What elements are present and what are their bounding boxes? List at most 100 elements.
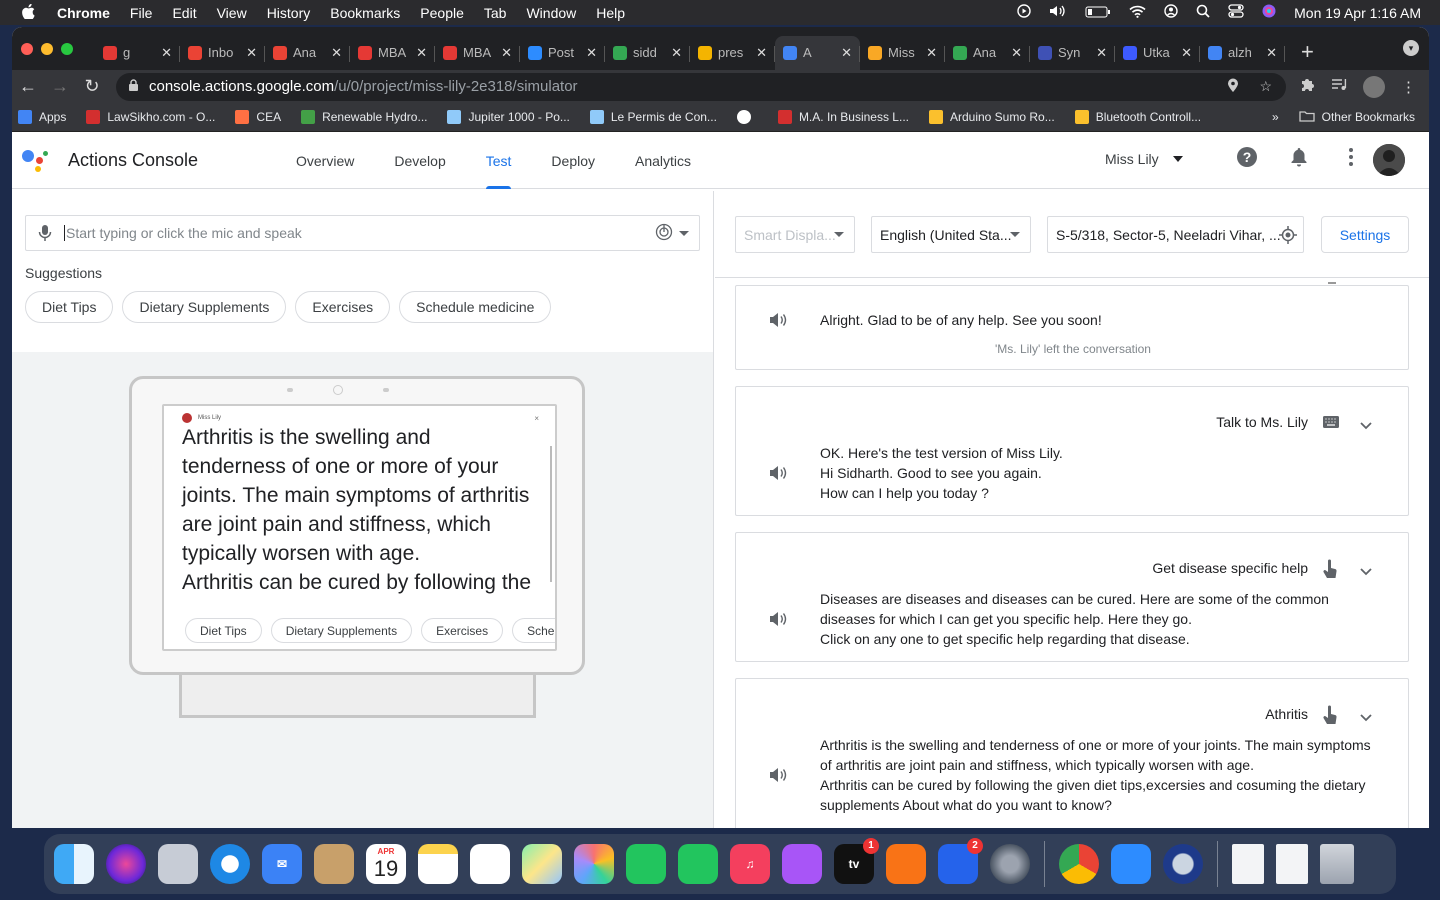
menu-bookmarks[interactable]: Bookmarks bbox=[330, 5, 400, 21]
address-bar[interactable]: console.actions.google.com/u/0/project/m… bbox=[116, 72, 1286, 101]
extensions-puzzle-icon[interactable] bbox=[1300, 77, 1315, 96]
project-selector[interactable]: Miss Lily bbox=[1105, 151, 1183, 167]
tab-close-icon[interactable]: ✕ bbox=[671, 45, 682, 61]
bookmark-item[interactable]: M.A. In Business L... bbox=[777, 110, 909, 124]
tab-search-icon[interactable]: ▾ bbox=[1403, 40, 1419, 56]
lock-icon[interactable] bbox=[128, 78, 139, 95]
google-assistant-logo-icon[interactable] bbox=[22, 148, 50, 172]
calendar-icon[interactable]: APR 19 bbox=[366, 844, 406, 884]
menu-tab[interactable]: Tab bbox=[484, 5, 507, 21]
device-suggestion-chip[interactable]: Diet Tips bbox=[185, 618, 262, 643]
suggestion-chip[interactable]: Schedule medicine bbox=[399, 291, 552, 323]
close-window-button[interactable] bbox=[21, 42, 33, 55]
more-vert-icon[interactable] bbox=[1340, 146, 1362, 168]
tab-close-icon[interactable]: ✕ bbox=[331, 45, 342, 61]
tab-close-icon[interactable]: ✕ bbox=[1011, 45, 1022, 61]
bookmarks-overflow-icon[interactable]: » bbox=[1272, 110, 1279, 124]
bookmark-item[interactable]: Apps bbox=[18, 110, 66, 124]
expand-chevron-icon[interactable] bbox=[1360, 563, 1372, 576]
reload-icon[interactable]: ↻ bbox=[76, 76, 108, 97]
menu-app-name[interactable]: Chrome bbox=[57, 5, 110, 21]
browser-tab[interactable]: alzh ✕ bbox=[1200, 36, 1285, 70]
browser-tab[interactable]: pres ✕ bbox=[690, 36, 775, 70]
bookmark-item[interactable]: Le Permis de Con... bbox=[589, 110, 717, 124]
siri-dock-icon[interactable] bbox=[106, 844, 146, 884]
query-input[interactable]: Start typing or click the mic and speak bbox=[25, 215, 700, 251]
speaker-icon[interactable] bbox=[769, 611, 787, 627]
tab-deploy[interactable]: Deploy bbox=[531, 132, 615, 189]
device-suggestion-chip[interactable]: Exercises bbox=[421, 618, 504, 643]
bookmark-item[interactable]: CEA bbox=[235, 110, 281, 124]
apple-tv-icon[interactable]: tv 1 bbox=[834, 838, 879, 884]
launchpad-icon[interactable] bbox=[158, 844, 198, 884]
tab-close-icon[interactable]: ✕ bbox=[161, 45, 172, 61]
zoom-icon[interactable] bbox=[1111, 844, 1151, 884]
location-field[interactable]: S-5/318, Sector-5, Neeladri Vihar, ... bbox=[1047, 216, 1304, 253]
device-close-icon[interactable]: × bbox=[534, 414, 539, 423]
tab-close-icon[interactable]: ✕ bbox=[1181, 45, 1192, 61]
device-suggestion-chip[interactable]: Dietary Supplements bbox=[270, 618, 413, 643]
settings-button[interactable]: Settings bbox=[1321, 216, 1409, 253]
browser-tab[interactable]: A ✕ bbox=[775, 35, 860, 70]
menu-history[interactable]: History bbox=[267, 5, 311, 21]
menu-window[interactable]: Window bbox=[526, 5, 576, 21]
messages-icon[interactable] bbox=[626, 844, 666, 884]
tab-close-icon[interactable]: ✕ bbox=[841, 45, 852, 61]
bookmark-item[interactable]: Jupiter 1000 - Po... bbox=[447, 110, 570, 124]
browser-tab[interactable]: g ✕ bbox=[95, 36, 180, 70]
voice-mode-icon[interactable] bbox=[655, 223, 673, 244]
suggestion-chip[interactable]: Diet Tips bbox=[25, 291, 114, 323]
menu-file[interactable]: File bbox=[130, 5, 153, 21]
bookmark-item[interactable]: Bluetooth Controll... bbox=[1074, 110, 1201, 124]
browser-tab[interactable]: Ana ✕ bbox=[265, 36, 350, 70]
speaker-icon[interactable] bbox=[769, 312, 787, 328]
language-select[interactable]: English (United Sta... bbox=[871, 216, 1031, 253]
back-icon[interactable]: ← bbox=[12, 76, 44, 97]
pdf-file-icon[interactable] bbox=[1276, 844, 1308, 884]
tab-close-icon[interactable]: ✕ bbox=[416, 45, 427, 61]
menubar-clock[interactable]: Mon 19 Apr 1:16 AM bbox=[1294, 5, 1421, 21]
tab-close-icon[interactable]: ✕ bbox=[1096, 45, 1107, 61]
spotlight-search-icon[interactable] bbox=[1196, 4, 1210, 21]
bookmark-item[interactable] bbox=[736, 110, 758, 124]
mail-icon[interactable]: ✉ bbox=[262, 844, 302, 884]
account-avatar[interactable] bbox=[1373, 144, 1405, 176]
books-icon[interactable] bbox=[886, 844, 926, 884]
tab-develop[interactable]: Develop bbox=[374, 132, 465, 189]
tab-close-icon[interactable]: ✕ bbox=[1266, 45, 1277, 61]
wifi-icon[interactable] bbox=[1129, 5, 1146, 21]
media-queue-icon[interactable] bbox=[1331, 78, 1347, 95]
tab-close-icon[interactable]: ✕ bbox=[756, 45, 767, 61]
notes-icon[interactable] bbox=[418, 844, 458, 884]
app-title[interactable]: Actions Console bbox=[68, 150, 198, 171]
photos-icon[interactable] bbox=[574, 844, 614, 884]
browser-tab[interactable]: MBA ✕ bbox=[435, 36, 520, 70]
location-pin-icon[interactable] bbox=[1227, 78, 1239, 96]
browser-tab[interactable]: Inbo ✕ bbox=[180, 36, 265, 70]
new-tab-button[interactable]: + bbox=[1301, 39, 1314, 65]
menu-people[interactable]: People bbox=[420, 5, 464, 21]
tab-close-icon[interactable]: ✕ bbox=[586, 45, 597, 61]
safari-icon[interactable] bbox=[210, 844, 250, 884]
maps-icon[interactable] bbox=[522, 844, 562, 884]
zip-file-icon[interactable] bbox=[1232, 844, 1264, 884]
forward-icon[interactable]: → bbox=[44, 76, 76, 97]
surface-select[interactable]: Smart Displa... bbox=[735, 216, 855, 253]
chrome-menu-icon[interactable]: ⋮ bbox=[1401, 78, 1416, 96]
control-center-icon[interactable] bbox=[1228, 4, 1244, 21]
device-suggestion-chip[interactable]: Sche bbox=[512, 618, 555, 643]
help-icon[interactable]: ? bbox=[1236, 146, 1258, 168]
app-store-icon[interactable]: 2 bbox=[938, 838, 983, 884]
system-preferences-icon[interactable] bbox=[990, 844, 1030, 884]
bookmark-item[interactable]: LawSikho.com - O... bbox=[86, 110, 215, 124]
podcasts-icon[interactable] bbox=[782, 844, 822, 884]
profile-avatar[interactable] bbox=[1363, 75, 1385, 98]
notifications-bell-icon[interactable] bbox=[1288, 146, 1310, 168]
browser-tab[interactable]: Miss ✕ bbox=[860, 36, 945, 70]
browser-tab[interactable]: MBA ✕ bbox=[350, 36, 435, 70]
trash-icon[interactable] bbox=[1320, 844, 1354, 884]
browser-tab[interactable]: Post ✕ bbox=[520, 36, 605, 70]
facetime-icon[interactable] bbox=[678, 844, 718, 884]
other-bookmarks-folder[interactable]: Other Bookmarks bbox=[1298, 110, 1415, 125]
speaker-icon[interactable] bbox=[769, 767, 787, 783]
